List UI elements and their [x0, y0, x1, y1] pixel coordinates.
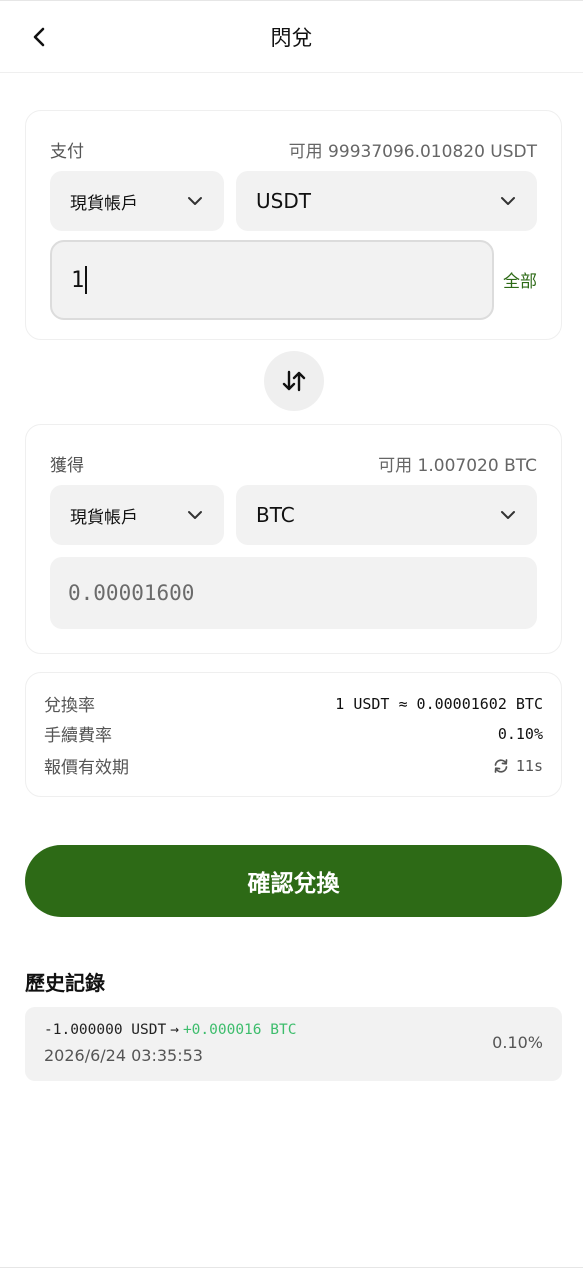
pay-available-balance: 可用 99937096.010820 USDT	[288, 142, 537, 162]
exchange-rate-label: 兌換率	[44, 696, 95, 716]
fee-rate-label: 手續費率	[44, 726, 112, 746]
chevron-down-icon	[501, 511, 515, 519]
receive-header: 獲得 可用 1.007020 BTC	[50, 451, 537, 476]
quote-validity-value: 11s	[492, 757, 543, 775]
exchange-rate-row: 兌換率 1 USDT ≈ 0.00001602 BTC	[44, 691, 543, 717]
page-title: 閃兌	[270, 25, 313, 50]
pay-amount-value: 1	[71, 267, 85, 293]
history-from-amount: -1.000000 USDT	[44, 1022, 167, 1038]
confirm-exchange-button[interactable]: 確認兌換	[25, 845, 562, 917]
receive-card: 獲得 可用 1.007020 BTC 現貨帳戶 BTC 0.00001600	[25, 424, 562, 654]
chevron-down-icon	[188, 197, 202, 205]
back-button[interactable]	[26, 23, 54, 51]
quote-validity-row: 報價有效期 11s	[44, 753, 543, 779]
fee-rate-row: 手續費率 0.10%	[44, 721, 543, 747]
history-item-fee: 0.10%	[492, 1033, 543, 1052]
receive-label: 獲得	[50, 456, 84, 476]
history-item-amounts: -1.000000 USDT → +0.000016 BTC	[44, 1022, 296, 1038]
pay-account-select[interactable]: 現貨帳戶	[50, 171, 224, 231]
pay-card: 支付 可用 99937096.010820 USDT 現貨帳戶 USDT 1 全…	[25, 110, 562, 340]
swap-direction-button[interactable]	[264, 351, 324, 411]
quote-info-card: 兌換率 1 USDT ≈ 0.00001602 BTC 手續費率 0.10% 報…	[25, 672, 562, 797]
exchange-rate-value: 1 USDT ≈ 0.00001602 BTC	[335, 694, 543, 713]
pay-currency-select[interactable]: USDT	[236, 171, 537, 231]
quote-countdown: 11s	[515, 756, 543, 775]
receive-currency-label: BTC	[256, 503, 295, 527]
top-bar: 閃兌	[0, 1, 583, 73]
history-title: 歷史記錄	[25, 971, 105, 995]
history-item[interactable]: -1.000000 USDT → +0.000016 BTC 2026/6/24…	[25, 1007, 562, 1081]
quote-validity-label: 報價有效期	[44, 758, 129, 778]
pay-header: 支付 可用 99937096.010820 USDT	[50, 137, 537, 162]
fee-rate-value: 0.10%	[497, 724, 543, 743]
swap-arrows-icon	[282, 370, 306, 392]
pay-amount-input[interactable]: 1	[50, 240, 494, 320]
receive-account-label: 現貨帳戶	[70, 507, 138, 528]
receive-amount-display: 0.00001600	[50, 557, 537, 629]
pay-currency-label: USDT	[256, 189, 311, 213]
text-caret	[85, 266, 88, 294]
receive-account-select[interactable]: 現貨帳戶	[50, 485, 224, 545]
history-item-time: 2026/6/24 03:35:53	[44, 1046, 203, 1065]
pay-label: 支付	[50, 142, 84, 162]
pay-account-label: 現貨帳戶	[70, 193, 138, 214]
use-all-button[interactable]: 全部	[503, 267, 537, 292]
chevron-left-icon	[33, 27, 45, 47]
chevron-down-icon	[501, 197, 515, 205]
refresh-icon	[494, 758, 508, 773]
arrow-right-icon: →	[170, 1022, 179, 1038]
history-to-amount: +0.000016 BTC	[182, 1022, 297, 1038]
chevron-down-icon	[188, 511, 202, 519]
receive-currency-select[interactable]: BTC	[236, 485, 537, 545]
receive-available-balance: 可用 1.007020 BTC	[378, 456, 537, 476]
